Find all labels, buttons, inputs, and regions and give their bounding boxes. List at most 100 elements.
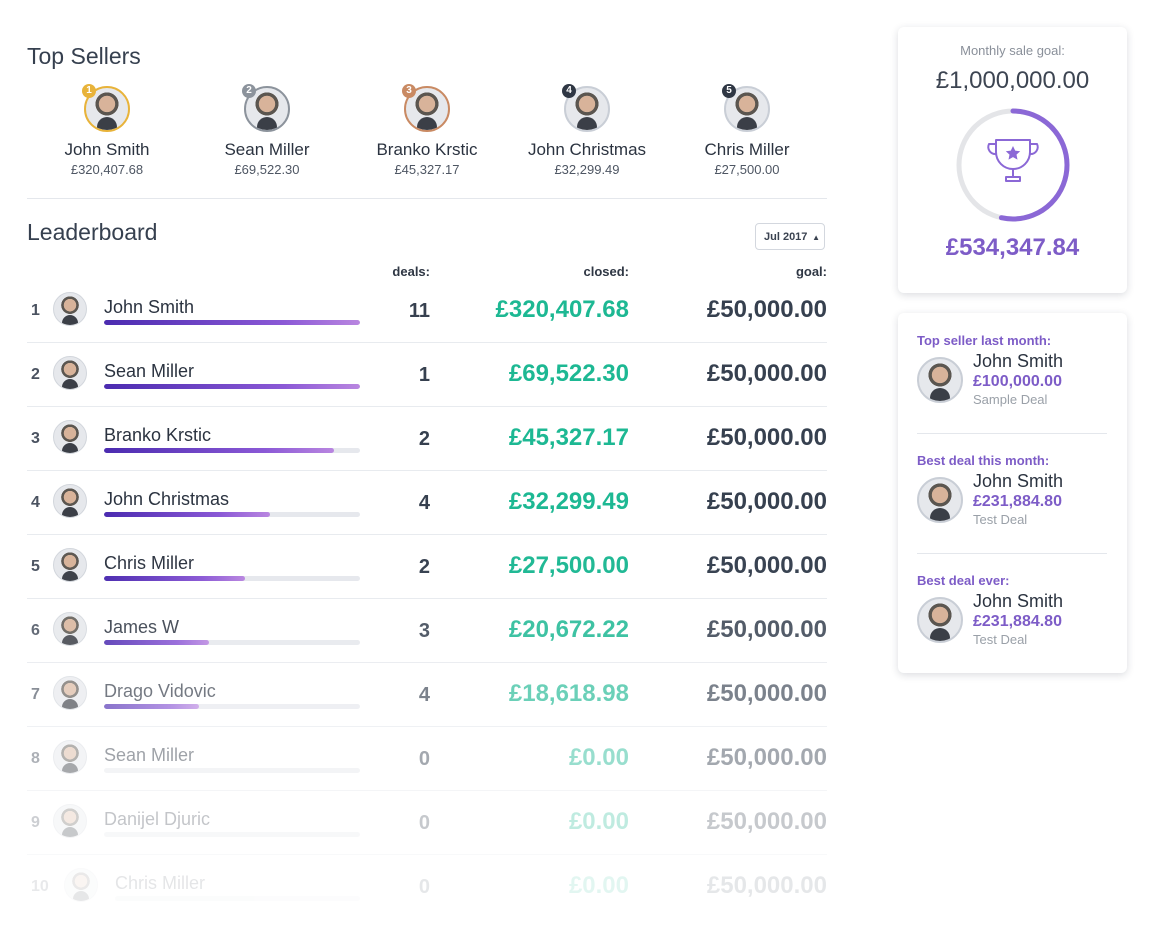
top-seller-card[interactable]: 5 Chris Miller £27,500.00 bbox=[677, 84, 817, 177]
divider bbox=[917, 553, 1107, 554]
row-goal: £50,000.00 bbox=[706, 744, 827, 771]
table-row[interactable]: 1 John Smith 11 £320,407.68 £50,000.00 bbox=[27, 278, 827, 343]
row-deals: 2 bbox=[418, 428, 430, 450]
row-goal: £50,000.00 bbox=[706, 616, 827, 643]
row-closed: £69,522.30 bbox=[508, 360, 629, 387]
row-name: Drago Vidovic bbox=[104, 681, 216, 701]
top-seller-card[interactable]: 1 John Smith £320,407.68 bbox=[37, 84, 177, 177]
seller-name: Sean Miller bbox=[224, 140, 310, 159]
table-row[interactable]: 3 Branko Krstic 2 £45,327.17 £50,000.00 bbox=[27, 406, 827, 471]
row-avatar-wrap bbox=[53, 548, 87, 582]
row-avatar-wrap bbox=[53, 356, 87, 390]
rank-badge: 5 bbox=[722, 84, 736, 98]
top-seller-card[interactable]: 4 John Christmas £32,299.49 bbox=[517, 84, 657, 177]
table-row[interactable]: 10 Chris Miller 0 £0.00 £50,000.00 bbox=[27, 854, 827, 918]
seller-amount: £32,299.49 bbox=[554, 162, 620, 177]
trophy-icon bbox=[987, 139, 1039, 182]
row-deals: 2 bbox=[418, 556, 430, 578]
row-closed: £45,327.17 bbox=[508, 424, 629, 451]
row-name: John Christmas bbox=[104, 489, 230, 509]
row-rank: 1 bbox=[31, 302, 40, 319]
rank-badge: 3 bbox=[402, 84, 416, 98]
row-avatar-wrap bbox=[64, 868, 98, 902]
row-rank: 8 bbox=[31, 750, 40, 767]
row-goal: £50,000.00 bbox=[706, 424, 827, 451]
row-rank: 7 bbox=[31, 686, 40, 703]
progress-bar bbox=[104, 832, 360, 837]
chevron-updown-icon: ▲ bbox=[812, 233, 820, 242]
table-row[interactable]: 9 Danijel Djuric 0 £0.00 £50,000.00 bbox=[27, 790, 827, 855]
avatar bbox=[53, 612, 87, 646]
row-goal: £50,000.00 bbox=[706, 680, 827, 707]
table-row[interactable]: 8 Sean Miller 0 £0.00 £50,000.00 bbox=[27, 726, 827, 791]
section-divider bbox=[27, 198, 827, 199]
row-deals: 0 bbox=[418, 876, 430, 898]
monthly-goal-label: Monthly sale goal: bbox=[960, 43, 1065, 58]
row-deals: 3 bbox=[418, 620, 430, 642]
highlight-deal: Sample Deal bbox=[973, 392, 1048, 407]
row-closed: £0.00 bbox=[568, 808, 629, 835]
avatar bbox=[53, 420, 87, 454]
row-goal: £50,000.00 bbox=[706, 872, 827, 899]
seller-amount: £320,407.68 bbox=[70, 162, 144, 177]
row-avatar-wrap bbox=[53, 740, 87, 774]
row-rank: 9 bbox=[31, 814, 40, 831]
table-row[interactable]: 4 John Christmas 4 £32,299.49 £50,000.00 bbox=[27, 470, 827, 535]
progress-bar-fill bbox=[104, 448, 335, 453]
row-avatar-wrap bbox=[53, 292, 87, 326]
row-rank: 10 bbox=[31, 878, 49, 895]
column-closed: closed: bbox=[583, 264, 629, 279]
row-deals: 4 bbox=[418, 684, 430, 706]
top-seller-card[interactable]: 2 Sean Miller £69,522.30 bbox=[197, 84, 337, 177]
highlight-top-seller-last-month[interactable]: Top seller last month: John Smith £100,0… bbox=[917, 333, 1107, 407]
table-row[interactable]: 5 Chris Miller 2 £27,500.00 £50,000.00 bbox=[27, 534, 827, 599]
table-row[interactable]: 7 Drago Vidovic 4 £18,618.98 £50,000.00 bbox=[27, 662, 827, 727]
row-closed: £18,618.98 bbox=[508, 680, 629, 707]
row-name: John Smith bbox=[104, 297, 195, 317]
highlight-name: John Smith bbox=[973, 351, 1064, 371]
avatar bbox=[917, 357, 963, 403]
row-goal: £50,000.00 bbox=[706, 552, 827, 579]
highlight-deal: Test Deal bbox=[973, 632, 1028, 647]
row-deals: 11 bbox=[408, 300, 430, 322]
row-closed: £320,407.68 bbox=[495, 296, 629, 323]
row-avatar-wrap bbox=[53, 612, 87, 646]
row-closed: £0.00 bbox=[568, 744, 629, 771]
highlight-name: John Smith bbox=[973, 591, 1064, 611]
highlight-best-deal-this-month[interactable]: Best deal this month: John Smith £231,88… bbox=[917, 453, 1107, 527]
progress-bar-fill bbox=[104, 640, 209, 645]
progress-bar bbox=[104, 640, 360, 645]
table-row[interactable]: 2 Sean Miller 1 £69,522.30 £50,000.00 bbox=[27, 342, 827, 407]
highlight-value: £231,884.80 bbox=[973, 493, 1062, 510]
progress-bar bbox=[104, 768, 360, 773]
progress-bar bbox=[104, 704, 360, 709]
row-name: Sean Miller bbox=[104, 361, 195, 381]
row-name: James W bbox=[104, 617, 180, 637]
row-name: Danijel Djuric bbox=[104, 809, 211, 829]
table-row[interactable]: 6 James W 3 £20,672.22 £50,000.00 bbox=[27, 598, 827, 663]
divider bbox=[917, 433, 1107, 434]
month-select[interactable]: Jul 2017 ▲ bbox=[755, 223, 825, 250]
seller-name: John Christmas bbox=[527, 140, 647, 159]
row-goal: £50,000.00 bbox=[706, 360, 827, 387]
top-sellers-list: 1 John Smith £320,407.68 2 Sean Miller £… bbox=[27, 84, 827, 186]
row-closed: £20,672.22 bbox=[508, 616, 629, 643]
avatar bbox=[53, 292, 87, 326]
seller-name: Branko Krstic bbox=[376, 140, 478, 159]
highlight-best-deal-ever[interactable]: Best deal ever: John Smith £231,884.80 T… bbox=[917, 573, 1107, 647]
avatar bbox=[64, 868, 98, 902]
top-seller-card[interactable]: 3 Branko Krstic £45,327.17 bbox=[357, 84, 497, 177]
highlight-value: £100,000.00 bbox=[973, 373, 1062, 390]
avatar bbox=[53, 804, 87, 838]
progress-bar bbox=[104, 448, 360, 453]
row-name: Sean Miller bbox=[104, 745, 195, 765]
seller-amount: £69,522.30 bbox=[234, 162, 300, 177]
seller-amount: £27,500.00 bbox=[714, 162, 780, 177]
monthly-goal-value: £1,000,000.00 bbox=[935, 67, 1090, 94]
column-deals: deals: bbox=[392, 264, 430, 279]
highlight-title: Best deal this month: bbox=[917, 453, 1050, 468]
row-goal: £50,000.00 bbox=[706, 488, 827, 515]
progress-bar bbox=[104, 512, 360, 517]
highlight-title: Best deal ever: bbox=[917, 573, 1010, 588]
row-closed: £27,500.00 bbox=[508, 552, 629, 579]
